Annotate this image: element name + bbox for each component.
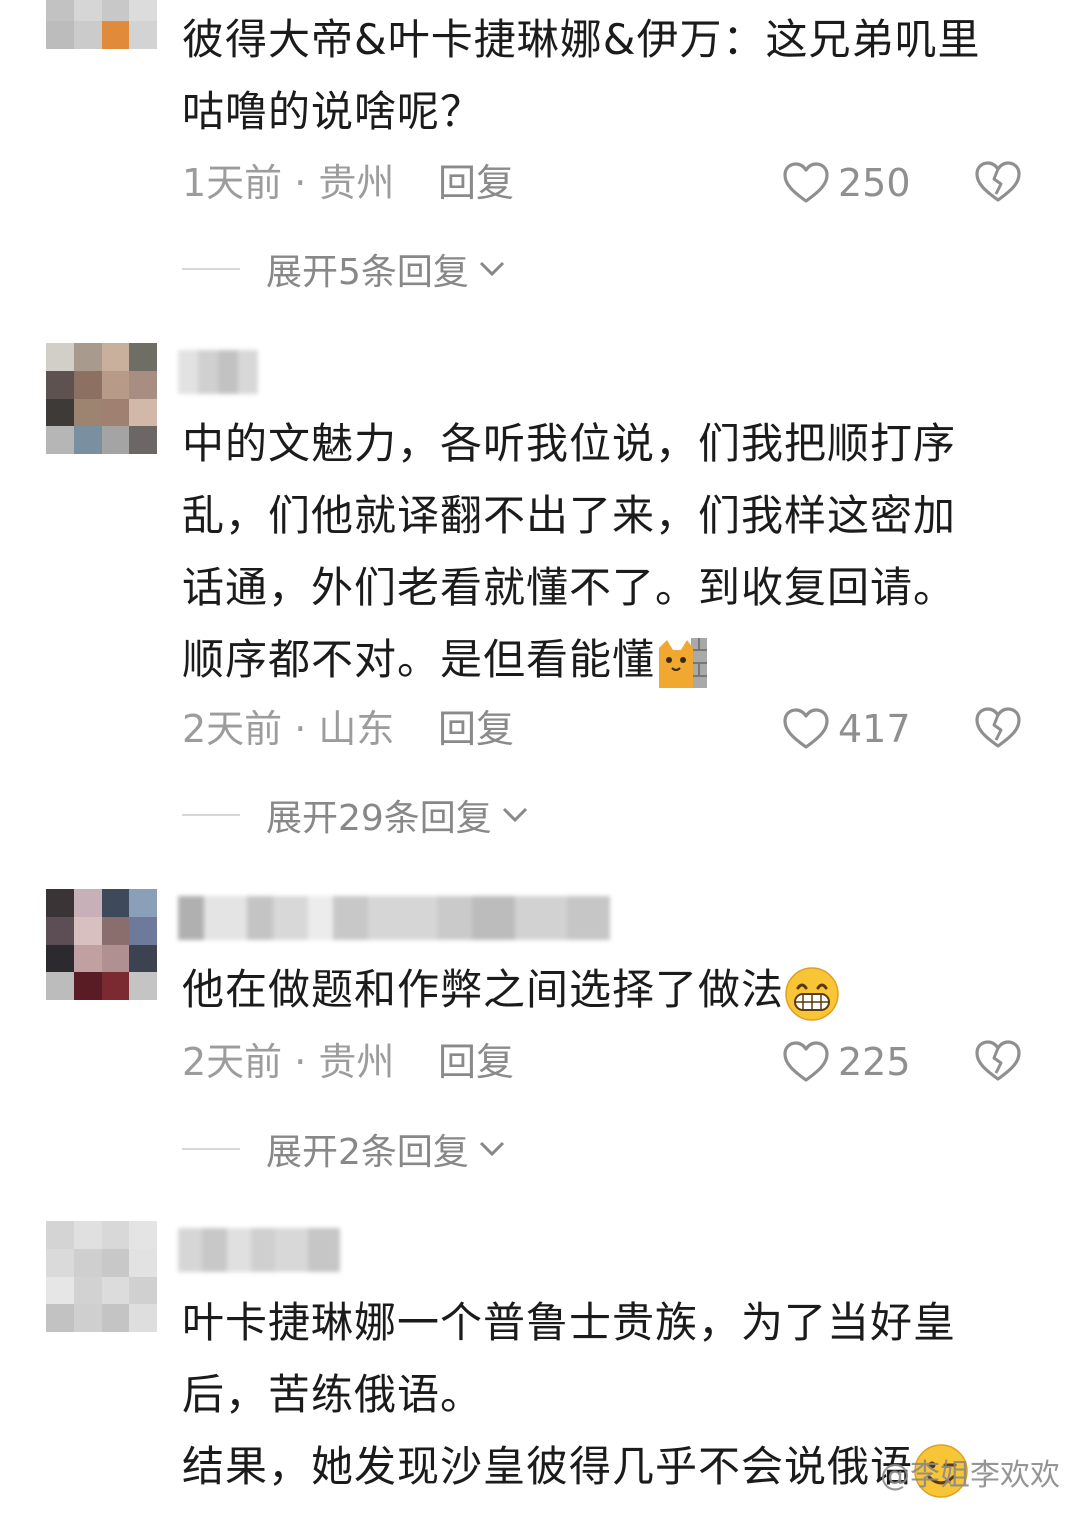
- expand-replies-button[interactable]: 展开2条回复: [182, 1124, 507, 1174]
- divider-line: [182, 1148, 240, 1150]
- watermark-text: @李姐李欢欢: [880, 1458, 1060, 1493]
- dislike-button[interactable]: [974, 1039, 1022, 1095]
- time-location: 2天前 · 山东: [182, 707, 395, 751]
- avatar[interactable]: [46, 0, 157, 49]
- comment-text: 彼得大帝&叶卡捷琳娜&伊万：这兄弟叽里 咕噜的说啥呢？: [182, 4, 1042, 148]
- divider-line: [182, 814, 240, 816]
- heart-outline-icon: [783, 1041, 829, 1082]
- chevron-down-icon: [479, 1141, 504, 1157]
- like-button[interactable]: 417: [782, 704, 911, 754]
- comment-text-line: 叶卡捷琳娜一个普鲁士贵族，为了当好皇: [182, 1298, 957, 1347]
- time-location: 1天前 · 贵州: [182, 161, 395, 205]
- like-count: 417: [838, 707, 911, 751]
- peeking-cat-emoji: [655, 636, 709, 690]
- expand-replies-button[interactable]: 展开5条回复: [182, 244, 507, 294]
- dislike-button[interactable]: [974, 160, 1022, 216]
- heart-outline-icon: [783, 708, 829, 749]
- comment-text-line: 顺序都不对。是但看能懂: [182, 624, 1042, 696]
- comment-meta: 2天前 · 贵州 回复 225: [182, 1037, 1042, 1087]
- avatar[interactable]: [46, 1221, 157, 1332]
- avatar[interactable]: [46, 343, 157, 454]
- divider-line: [182, 268, 240, 270]
- like-button[interactable]: 225: [782, 1037, 911, 1087]
- comment-text-line: 他在做题和作弊之间选择了做法: [182, 954, 1042, 1026]
- reply-button[interactable]: 回复: [438, 704, 514, 754]
- reply-button[interactable]: 回复: [438, 1037, 514, 1087]
- like-button[interactable]: 250: [782, 158, 911, 208]
- expand-replies-label: 展开2条回复: [266, 1132, 469, 1173]
- comment-meta: 2天前 · 山东 回复 417: [182, 704, 1042, 754]
- time-location: 2天前 · 贵州: [182, 1040, 395, 1084]
- broken-heart-icon: [975, 707, 1021, 748]
- heart-outline-icon: [783, 162, 829, 203]
- comment-text-segment: 顺序都不对。是但看能懂: [182, 635, 656, 684]
- username[interactable]: [178, 896, 610, 940]
- expand-replies-button[interactable]: 展开29条回复: [182, 790, 530, 840]
- watermark: @李姐李欢欢: [880, 1450, 1060, 1494]
- broken-heart-icon: [975, 1040, 1021, 1081]
- grinning-face-emoji: [784, 966, 839, 1021]
- like-count: 225: [838, 1040, 911, 1084]
- avatar[interactable]: [46, 889, 157, 1000]
- comment-text-line: 话通，外们老看就懂不了。到收复回请。: [182, 563, 957, 612]
- chevron-down-icon: [502, 807, 527, 823]
- expand-replies-label: 展开29条回复: [266, 798, 492, 839]
- comment-text-line: 中的文魅力，各听我位说，们我把顺打序: [182, 419, 957, 468]
- comment-text-line: 乱，们他就译翻不出了来，们我样这密加: [182, 491, 957, 540]
- broken-heart-icon: [975, 161, 1021, 202]
- comment-text-line: 咕噜的说啥呢？: [182, 87, 484, 136]
- comment-meta: 1天前 · 贵州 回复 250: [182, 158, 1042, 208]
- comment-text-segment: 结果，她发现沙皇彼得几乎不会说俄语: [182, 1442, 914, 1491]
- comment-text-line: 后，苦练俄语。: [182, 1370, 484, 1419]
- comment-text-segment: 他在做题和作弊之间选择了做法: [182, 965, 785, 1014]
- username[interactable]: [178, 350, 258, 394]
- expand-replies-label: 展开5条回复: [266, 252, 469, 293]
- like-count: 250: [838, 161, 911, 205]
- reply-button[interactable]: 回复: [438, 158, 514, 208]
- dislike-button[interactable]: [974, 706, 1022, 762]
- comment-text-line: 彼得大帝&叶卡捷琳娜&伊万：这兄弟叽里: [182, 15, 981, 64]
- chevron-down-icon: [479, 261, 504, 277]
- comment-text: 中的文魅力，各听我位说，们我把顺打序 乱，们他就译翻不出了来，们我样这密加 话通…: [182, 408, 1042, 696]
- comment-text: 他在做题和作弊之间选择了做法: [182, 954, 1042, 1026]
- username[interactable]: [178, 1228, 340, 1272]
